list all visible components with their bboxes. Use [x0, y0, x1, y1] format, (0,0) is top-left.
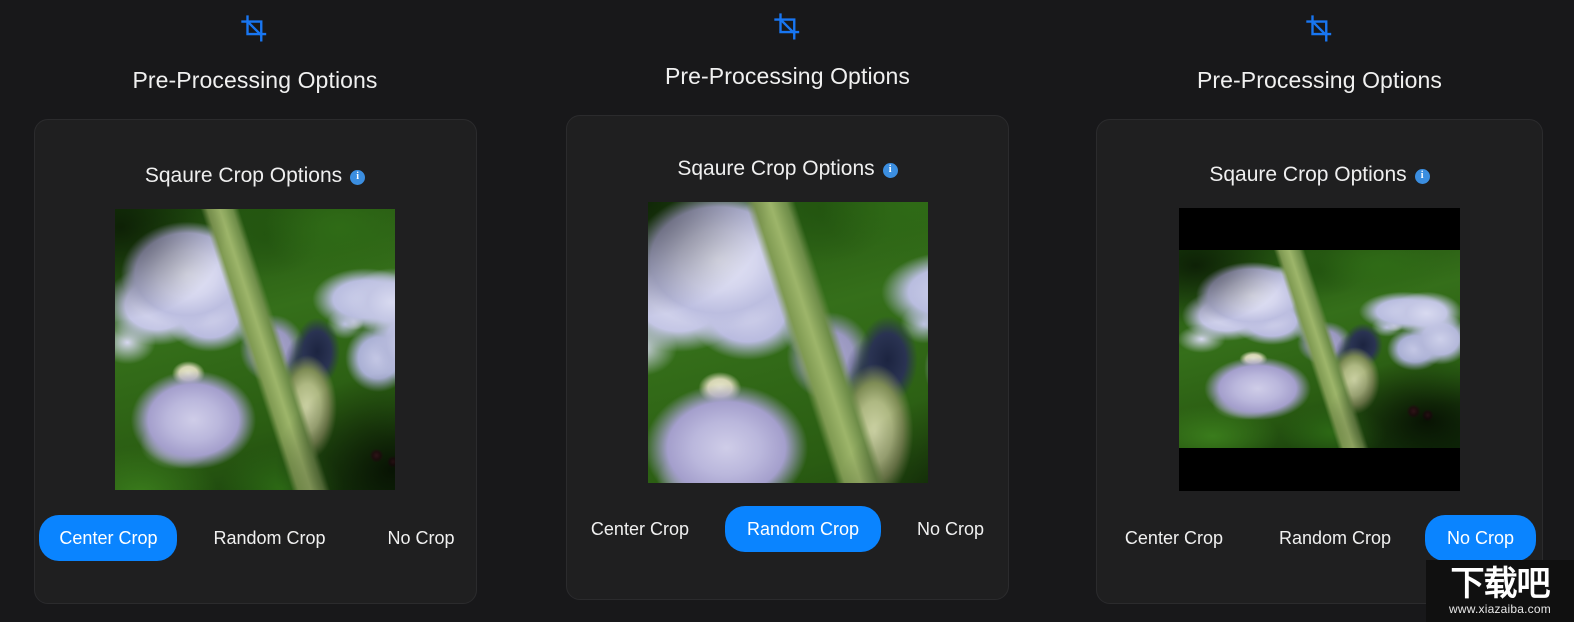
watermark: 下载吧 www.xiazaiba.com: [1426, 560, 1574, 622]
app-root: Pre-Processing Options Sqaure Crop Optio…: [0, 0, 1574, 622]
crop-icon: [1303, 12, 1337, 46]
crop-option-no-crop[interactable]: No Crop: [368, 515, 475, 561]
preprocessing-panel-random-crop: Pre-Processing Options Sqaure Crop Optio…: [510, 0, 1065, 622]
crop-option-random-crop[interactable]: Random Crop: [193, 515, 345, 561]
page-title: Pre-Processing Options: [1196, 67, 1443, 93]
image-preview: [647, 202, 928, 484]
crop-option-no-crop[interactable]: No Crop: [895, 506, 1006, 552]
crop-options-card: Sqaure Crop Options i Center Crop Random…: [33, 119, 477, 605]
card-title: Sqaure Crop Options i: [677, 157, 898, 181]
page-title: Pre-Processing Options: [664, 63, 911, 89]
crop-option-group: Center Crop Random Crop No Crop: [567, 506, 1008, 553]
crop-option-random-crop[interactable]: Random Crop: [1257, 515, 1413, 561]
image-preview-letterboxed: [1179, 208, 1460, 492]
card-title-label: Sqaure Crop Options: [144, 164, 343, 188]
crop-icon: [771, 10, 805, 44]
card-title: Sqaure Crop Options i: [1209, 163, 1430, 187]
watermark-url: www.xiazaiba.com: [1449, 602, 1551, 616]
flower-photo: [115, 209, 395, 491]
info-icon[interactable]: i: [350, 169, 366, 185]
info-icon[interactable]: i: [1414, 168, 1430, 184]
card-title: Sqaure Crop Options i: [144, 164, 366, 188]
crop-option-no-crop[interactable]: No Crop: [1425, 515, 1537, 562]
card-title-label: Sqaure Crop Options: [1209, 163, 1407, 187]
crop-option-center-crop[interactable]: Center Crop: [39, 515, 178, 562]
flower-photo: [1179, 250, 1460, 449]
flower-photo: [647, 202, 928, 484]
page-title: Pre-Processing Options: [132, 67, 378, 93]
preprocessing-panel-center-crop: Pre-Processing Options Sqaure Crop Optio…: [0, 0, 510, 622]
crop-icon: [238, 12, 272, 46]
info-icon[interactable]: i: [882, 162, 898, 178]
card-title-label: Sqaure Crop Options: [677, 157, 875, 181]
crop-option-group: Center Crop Random Crop No Crop: [1097, 515, 1542, 562]
crop-option-center-crop[interactable]: Center Crop: [1103, 515, 1245, 561]
crop-option-center-crop[interactable]: Center Crop: [569, 506, 711, 552]
crop-options-card: Sqaure Crop Options i Center Crop Random…: [566, 115, 1009, 601]
crop-options-card: Sqaure Crop Options i Center Crop Random…: [1096, 119, 1543, 605]
crop-option-random-crop[interactable]: Random Crop: [724, 506, 882, 553]
watermark-logo: 下载吧: [1450, 564, 1551, 604]
image-preview: [115, 209, 395, 491]
preprocessing-panel-no-crop: Pre-Processing Options Sqaure Crop Optio…: [1065, 0, 1574, 622]
crop-option-group: Center Crop Random Crop No Crop: [35, 515, 476, 562]
